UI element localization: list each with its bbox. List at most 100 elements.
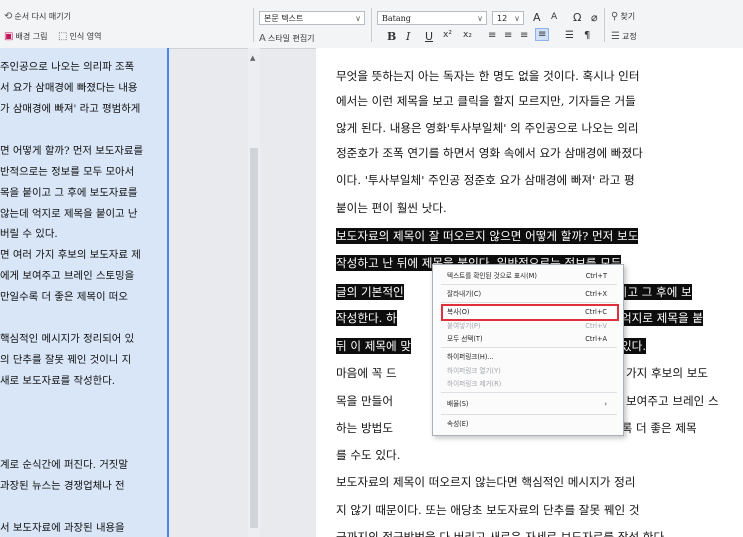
document-text-line[interactable]: 하는 방법도: [336, 420, 393, 436]
document-text-line[interactable]: 에서는 이런 제목을 보고 클릭을 할지 모르지만, 기자들은 거들: [336, 93, 636, 109]
special-char-button[interactable]: Ω: [573, 11, 581, 24]
document-text-line[interactable]: 이다. '투사부일체' 주인공 정준호 요가 삼매경에 빠져' 라고 평: [336, 172, 635, 188]
menu-item[interactable]: 복사(O) Ctrl+C: [441, 304, 619, 321]
document-text-fragment[interactable]: 보여주고 브레인 스: [626, 393, 719, 409]
align-center-button[interactable]: ≡: [504, 30, 512, 41]
document-text-line[interactable]: 를 수도 있다.: [336, 447, 400, 463]
underline-icon: U: [425, 30, 434, 43]
recognize-area-label: 인식 영역: [69, 32, 102, 41]
subscript-button[interactable]: x₂: [463, 30, 472, 40]
source-text-line: 주인공으로 나오는 의리파 조폭: [0, 61, 135, 73]
menu-item[interactable]: 붙여넣기(P) Ctrl+V: [443, 320, 617, 333]
italic-button[interactable]: I: [406, 30, 410, 43]
menu-item-shortcut: Ctrl+T: [585, 272, 607, 280]
chevron-right-icon: ›: [604, 400, 607, 408]
document-text-line[interactable]: 글의 기본적인: [336, 284, 404, 300]
document-text-fragment[interactable]: 억지로 제목을 붙: [621, 310, 704, 326]
document-text-line[interactable]: 정준호가 조폭 연기를 하면서 영화 속에서 요가 삼매경에 빠졌다: [336, 145, 643, 161]
menu-item-shortcut: Ctrl+X: [585, 290, 607, 298]
renumber-button[interactable]: ⟲ 순서 다시 매기기: [4, 11, 71, 22]
style-select[interactable]: 본문 텍스트 ∨: [259, 11, 365, 25]
menu-item[interactable]: 하이퍼링크 제거(R): [443, 378, 617, 391]
menu-item-shortcut: Ctrl+V: [585, 322, 607, 330]
menu-item[interactable]: 하이퍼링크(H)...: [443, 351, 617, 364]
hyperlink-button[interactable]: ⌀: [591, 11, 598, 24]
proofread-button[interactable]: ☰ 교정: [611, 31, 637, 42]
renumber-icon: ⟲: [4, 11, 13, 22]
source-text-line: 에게 보여주고 브레인 스토밍을: [0, 270, 135, 282]
background-image-icon: ▣: [4, 31, 14, 42]
grow-font-icon: A: [533, 11, 541, 24]
menu-item-label: 잘라내기(C): [447, 290, 482, 298]
document-text-line[interactable]: 지 않기 때문이다. 또는 애당초 보도자료의 단추를 잘못 꿰인 것: [336, 502, 640, 518]
toolbar-separator: [371, 8, 372, 42]
vertical-scrollbar[interactable]: ▲: [248, 48, 260, 537]
document-text-fragment[interactable]: 가지 후보의 보도: [626, 365, 708, 381]
shrink-font-icon: A: [551, 12, 558, 22]
align-right-button[interactable]: ≡: [520, 30, 528, 41]
align-left-button[interactable]: ≡: [488, 30, 496, 41]
document-text-line[interactable]: 않게 된다. 내용은 영화'투사부일체' 의 주인공으로 나오는 의리: [336, 120, 639, 136]
document-text-line[interactable]: 목을 만들어: [336, 393, 393, 409]
source-image-pane: 주인공으로 나오는 의리파 조폭서 요가 삼매경에 빠졌다는 내용가 삼매경에 …: [0, 48, 169, 537]
align-center-icon: ≡: [504, 30, 513, 41]
font-select[interactable]: Batang ∨: [377, 11, 487, 25]
proofread-icon: ☰: [611, 31, 620, 42]
chevron-down-icon: ∨: [355, 14, 361, 23]
recognize-area-button[interactable]: ⬚ 인식 영역: [58, 31, 101, 42]
document-text-line[interactable]: 금까지의 접근방법을 다 버리고 새로운 자세로 보도자료를 작성 한다: [336, 529, 664, 537]
document-text-line[interactable]: 마음에 꼭 드: [336, 365, 397, 381]
document-text-line[interactable]: 보도자료의 제목이 잘 떠오르지 않으면 어떻게 할까? 먼저 보도: [336, 228, 639, 244]
document-text-line[interactable]: 보도자료의 제목이 떠오르지 않는다면 핵심적인 메시지가 정리: [336, 474, 635, 490]
source-text-line: 면 여러 가지 후보의 보도자료 제: [0, 249, 141, 261]
bold-icon: B: [387, 30, 397, 43]
source-text-line: 계로 순식간에 퍼진다. 거짓말: [0, 459, 128, 471]
menu-item[interactable]: 속성(E): [443, 418, 617, 431]
menu-item[interactable]: 텍스트를 확인된 것으로 표시(M) Ctrl+T: [443, 270, 617, 283]
document-text-line[interactable]: 뒤 이 제목에 맞: [336, 338, 412, 354]
toolbar-separator: [253, 8, 254, 42]
font-size-select[interactable]: 12 ∨: [492, 11, 524, 25]
justify-icon: ≡: [538, 29, 547, 40]
grow-font-button[interactable]: A: [533, 11, 541, 24]
bold-button[interactable]: B: [387, 30, 396, 43]
document-text-line[interactable]: 작성한다. 하: [336, 310, 397, 326]
menu-item[interactable]: 잘라내기(C) Ctrl+X: [443, 288, 617, 301]
paragraph-mark-icon: ¶: [584, 30, 591, 41]
menu-item[interactable]: 하이퍼링크 열기(Y): [443, 365, 617, 378]
source-text-line: 서 요가 삼매경에 빠졌다는 내용: [0, 82, 138, 94]
source-text-line: 가 삼매경에 빠져' 라고 평범하게: [0, 103, 141, 115]
toolbar-separator: [604, 8, 605, 42]
menu-item[interactable]: 모두 선택(T) Ctrl+A: [443, 333, 617, 346]
source-text-line: 의 단추를 잘못 꿰인 것이니 지: [0, 354, 132, 366]
paragraph-mark-button[interactable]: ¶: [584, 30, 590, 41]
document-text-fragment[interactable]: 있다.: [621, 338, 647, 354]
menu-item-label: 하이퍼링크(H)...: [447, 353, 494, 361]
list-button[interactable]: ☰: [565, 30, 574, 41]
underline-button[interactable]: U: [425, 30, 433, 43]
find-label: 찾기: [620, 12, 636, 21]
document-text-line[interactable]: 붙이는 편이 훨씬 낫다.: [336, 200, 447, 216]
menu-divider: [441, 347, 617, 348]
style-select-value: 본문 텍스트: [264, 14, 304, 23]
chevron-down-icon: ∨: [477, 14, 483, 23]
menu-item-label: 모두 선택(T): [447, 335, 483, 343]
italic-icon: I: [406, 30, 411, 43]
menu-item-label: 텍스트를 확인된 것으로 표시(M): [447, 272, 537, 280]
subscript-icon: x₂: [463, 30, 472, 40]
document-text-line[interactable]: 무엇을 뜻하는지 아는 독자는 한 명도 없을 것이다. 혹시나 인터: [336, 68, 640, 84]
background-image-button[interactable]: ▣ 배경 그림: [4, 31, 47, 42]
source-text-line: 핵심적인 메시지가 정리되어 있: [0, 333, 135, 345]
align-left-icon: ≡: [488, 30, 497, 41]
find-button[interactable]: ⚲ 찾기: [611, 11, 635, 22]
source-text-line: 과장된 뉴스는 경쟁업체나 전: [0, 480, 125, 492]
menu-item-shortcut: Ctrl+C: [585, 308, 607, 316]
scrollbar-thumb[interactable]: [250, 148, 258, 528]
style-editor-button[interactable]: A 스타일 편집기: [259, 33, 315, 44]
menu-item[interactable]: 배율(S) ›: [443, 398, 617, 411]
justify-button[interactable]: ≡: [535, 28, 550, 41]
shrink-font-button[interactable]: A: [551, 12, 557, 22]
style-editor-label: 스타일 편집기: [267, 34, 315, 43]
scroll-up-icon[interactable]: ▲: [250, 54, 255, 62]
superscript-button[interactable]: x²: [443, 30, 452, 40]
